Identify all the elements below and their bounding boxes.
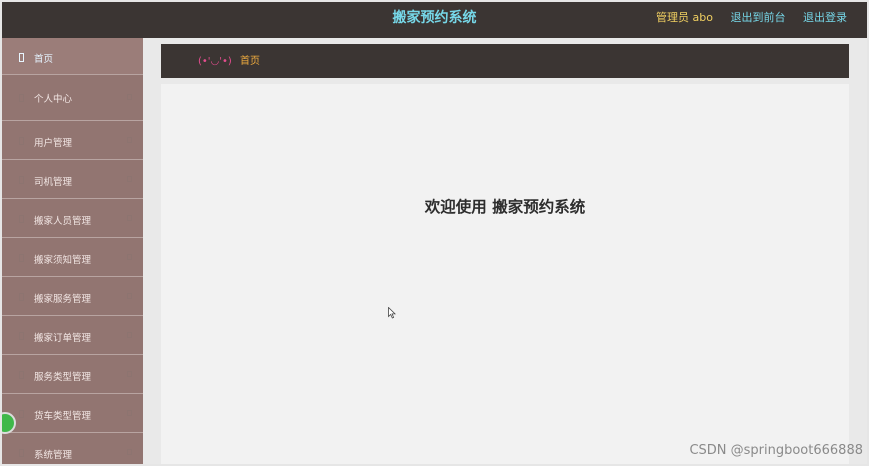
exit-to-front-link[interactable]: 退出到前台 bbox=[731, 11, 786, 24]
sidebar-item-service-management[interactable]: 搬家服务管理 bbox=[2, 277, 143, 316]
app-frame: 搬家预约系统 管理员 abo 退出到前台 退出登录 首页 个人中心 用户管理 司… bbox=[2, 2, 867, 464]
sidebar-item-label: 搬家人员管理 bbox=[34, 216, 92, 227]
expand-icon bbox=[127, 137, 132, 143]
menu-icon bbox=[19, 215, 24, 223]
sidebar-item-label: 个人中心 bbox=[34, 94, 73, 105]
sidebar-item-mover-management[interactable]: 搬家人员管理 bbox=[2, 199, 143, 238]
menu-icon bbox=[19, 293, 24, 301]
expand-icon bbox=[127, 293, 132, 299]
page-icon bbox=[19, 53, 24, 62]
expand-icon bbox=[127, 176, 132, 182]
menu-icon bbox=[19, 254, 24, 262]
menu-icon bbox=[19, 137, 24, 145]
sidebar-item-label: 搬家订单管理 bbox=[34, 333, 92, 344]
sidebar-item-label: 用户管理 bbox=[34, 138, 73, 149]
breadcrumb: (•'◡'•) 首页 bbox=[161, 44, 849, 78]
top-bar: 搬家预约系统 管理员 abo 退出到前台 退出登录 bbox=[2, 2, 867, 38]
breadcrumb-home-link[interactable]: 首页 bbox=[240, 44, 260, 80]
sidebar-item-driver-management[interactable]: 司机管理 bbox=[2, 160, 143, 199]
menu-icon bbox=[19, 371, 24, 379]
expand-icon bbox=[127, 371, 132, 377]
menu-icon bbox=[19, 176, 24, 184]
sidebar-item-label: 系统管理 bbox=[34, 450, 73, 461]
sidebar-item-label: 服务类型管理 bbox=[34, 372, 92, 383]
welcome-message: 欢迎使用 搬家预约系统 bbox=[424, 198, 586, 216]
sidebar-item-service-type-management[interactable]: 服务类型管理 bbox=[2, 355, 143, 394]
top-right-links: 管理员 abo 退出到前台 退出登录 bbox=[642, 2, 847, 38]
sidebar-item-truck-type-management[interactable]: 货车类型管理 bbox=[2, 394, 143, 433]
expand-icon bbox=[127, 94, 132, 100]
menu-icon bbox=[19, 332, 24, 340]
sidebar-item-label: 货车类型管理 bbox=[34, 411, 92, 422]
sidebar-item-user-management[interactable]: 用户管理 bbox=[2, 121, 143, 160]
sidebar-item-label: 搬家服务管理 bbox=[34, 294, 92, 305]
menu-icon bbox=[19, 410, 24, 418]
main-content: 欢迎使用 搬家预约系统 bbox=[161, 84, 849, 464]
admin-label: 管理员 abo bbox=[656, 11, 713, 24]
kaomoji-emote: (•'◡'•) bbox=[198, 56, 232, 67]
sidebar-item-notice-management[interactable]: 搬家须知管理 bbox=[2, 238, 143, 277]
mouse-cursor-icon bbox=[388, 307, 396, 319]
expand-icon bbox=[127, 449, 132, 455]
sidebar-item-system-management[interactable]: 系统管理 bbox=[2, 433, 143, 464]
expand-icon bbox=[127, 410, 132, 416]
expand-icon bbox=[127, 215, 132, 221]
expand-icon bbox=[127, 254, 132, 260]
watermark: CSDN @springboot666888 bbox=[689, 443, 863, 458]
logout-link[interactable]: 退出登录 bbox=[803, 11, 847, 24]
menu-icon bbox=[19, 449, 24, 457]
sidebar-item-label: 首页 bbox=[34, 54, 54, 65]
sidebar-item-personal-center[interactable]: 个人中心 bbox=[2, 75, 143, 121]
sidebar-item-order-management[interactable]: 搬家订单管理 bbox=[2, 316, 143, 355]
menu-icon bbox=[19, 94, 24, 102]
sidebar-item-home[interactable]: 首页 bbox=[2, 38, 143, 75]
sidebar: 首页 个人中心 用户管理 司机管理 搬家人员管理 搬家须知管理 搬家服务管理 搬… bbox=[2, 38, 143, 464]
expand-icon bbox=[127, 332, 132, 338]
sidebar-item-label: 司机管理 bbox=[34, 177, 73, 188]
sidebar-item-label: 搬家须知管理 bbox=[34, 255, 92, 266]
